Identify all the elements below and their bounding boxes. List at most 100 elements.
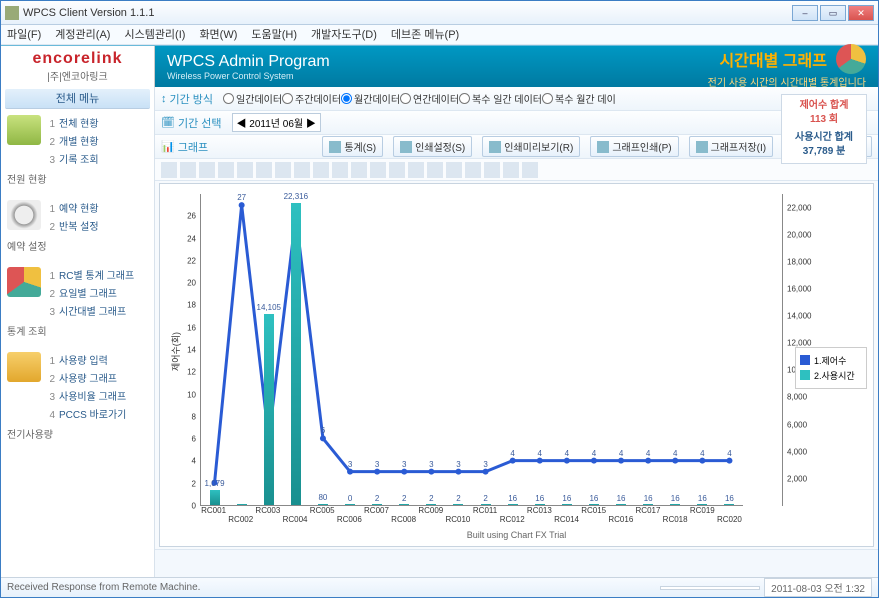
chart-tool-icon[interactable] [370, 162, 386, 178]
chart-bar [210, 490, 220, 505]
chart-tool-icon[interactable] [199, 162, 215, 178]
chart-bar [481, 504, 491, 505]
chart-tool-icon[interactable] [237, 162, 253, 178]
chart-tool-icon[interactable] [446, 162, 462, 178]
summary-box: 제어수 합계 113 회 사용시간 합계 37,789 분 [781, 94, 867, 164]
graph-label: 📊 그래프 [161, 139, 208, 155]
chart-tool-icon[interactable] [180, 162, 196, 178]
print-setup-button[interactable]: 인쇄설정(S) [393, 136, 472, 157]
section-name: 통계 조회 [7, 323, 148, 338]
stats-button[interactable]: 통계(S) [322, 136, 383, 157]
sidebar-item[interactable]: 2사용량 그래프 [45, 370, 126, 385]
sidebar-item[interactable]: 4PCCS 바로가기 [45, 406, 126, 421]
bar-value-label: 16 [617, 494, 626, 503]
section-icon [7, 352, 41, 382]
all-menu-button[interactable]: 전체 메뉴 [5, 89, 150, 109]
line-value-label: 3 [483, 460, 487, 469]
bar-value-label: 2 [456, 494, 460, 503]
period-radio[interactable]: 복수 일간 데이터 [459, 91, 542, 106]
status-time: 2011-08-03 오전 1:32 [764, 578, 872, 597]
bar-value-label: 2 [429, 494, 433, 503]
sidebar-item[interactable]: 3시간대별 그래프 [45, 303, 134, 318]
sidebar-item[interactable]: 1예약 현황 [45, 200, 99, 215]
gear-icon [400, 141, 412, 153]
maximize-button[interactable]: ▭ [820, 5, 846, 21]
sidebar-item[interactable]: 3기록 조회 [45, 151, 99, 166]
chart-bar [508, 504, 518, 505]
sidebar-item[interactable]: 1사용량 입력 [45, 352, 126, 367]
print-graph-button[interactable]: 그래프인쇄(P) [590, 136, 678, 157]
menu-item[interactable]: 개발자도구(D) [311, 25, 377, 44]
chart-tool-icon[interactable] [503, 162, 519, 178]
chart-tool-icon[interactable] [465, 162, 481, 178]
period-radio[interactable]: 주간데이터 [282, 91, 341, 106]
period-radio[interactable]: 월간데이터 [341, 91, 400, 106]
sidebar-item[interactable]: 1전체 현황 [45, 115, 99, 130]
menu-item[interactable]: 파일(F) [7, 25, 41, 44]
menu-item[interactable]: 화면(W) [199, 25, 237, 44]
line-value-label: 3 [456, 460, 460, 469]
chart-bar [562, 504, 572, 505]
bar-value-label: 2 [402, 494, 406, 503]
chart-tool-icon[interactable] [275, 162, 291, 178]
chart-tool-icon[interactable] [522, 162, 538, 178]
bar-value-label: 1,079 [205, 479, 225, 488]
section-icon [7, 200, 41, 230]
section-name: 전원 현황 [7, 171, 148, 186]
chart-tool-icon[interactable] [161, 162, 177, 178]
header-band: encorelink |주|엔코아링크 WPCS Admin Program W… [1, 45, 878, 87]
period-spinner[interactable]: ◀ 2011년 06월 ▶ [232, 113, 321, 132]
bar-value-label: 16 [508, 494, 517, 503]
bar-value-label: 16 [589, 494, 598, 503]
pie-icon [836, 44, 866, 74]
period-radio[interactable]: 복수 월간 데이 [542, 91, 616, 106]
menu-item[interactable]: 시스템관리(I) [124, 25, 185, 44]
sidebar-item[interactable]: 2개별 현황 [45, 133, 99, 148]
line-value-label: 3 [429, 460, 433, 469]
bar-value-label: 2 [483, 494, 487, 503]
line-value-label: 4 [700, 449, 704, 458]
sidebar-item[interactable]: 1RC별 통계 그래프 [45, 267, 134, 282]
chart-tool-icon[interactable] [408, 162, 424, 178]
chart-tool-icon[interactable] [256, 162, 272, 178]
sidebar-item[interactable]: 2반복 설정 [45, 218, 99, 233]
chart-tool-icon[interactable] [389, 162, 405, 178]
titlebar[interactable]: WPCS Client Version 1.1.1 – ▭ ✕ [1, 1, 878, 25]
sidebar-item[interactable]: 3사용비율 그래프 [45, 388, 126, 403]
bar-value-label: 16 [644, 494, 653, 503]
line-value-label: 27 [237, 193, 246, 202]
close-button[interactable]: ✕ [848, 5, 874, 21]
period-radio[interactable]: 일간데이터 [223, 91, 282, 106]
menu-item[interactable]: 계정관리(A) [55, 25, 110, 44]
period-select-label: 🗓 기간 선택 [161, 115, 222, 131]
chart-tool-icon[interactable] [427, 162, 443, 178]
chart-tool-icon[interactable] [294, 162, 310, 178]
section-name: 전기사용량 [7, 426, 148, 441]
bar-value-label: 16 [725, 494, 734, 503]
chart-tool-icon[interactable] [484, 162, 500, 178]
chart-tool-icon[interactable] [351, 162, 367, 178]
print-preview-button[interactable]: 인쇄미리보기(R) [482, 136, 580, 157]
legend-swatch-1 [800, 355, 810, 365]
minimize-button[interactable]: – [792, 5, 818, 21]
chart-tool-icon[interactable] [218, 162, 234, 178]
window-title: WPCS Client Version 1.1.1 [23, 7, 790, 19]
menubar: 파일(F) 계정관리(A) 시스템관리(I) 화면(W) 도움말(H) 개발자도구(D) 데… [1, 25, 878, 45]
sidebar-item[interactable]: 2요일별 그래프 [45, 285, 134, 300]
menu-item[interactable]: 도움말(H) [251, 25, 297, 44]
period-method-label: ↕ 기간 방식 [161, 91, 213, 107]
save-graph-button[interactable]: 그래프저장(I) [689, 136, 773, 157]
sidebar: 전체 메뉴 1전체 현황 2개별 현황 3기록 조회전원 현황 1예약 현황 2반복 설… [1, 87, 155, 577]
bar-value-label: 0 [348, 494, 352, 503]
line-value-label: 4 [510, 449, 514, 458]
period-radio[interactable]: 연간데이터 [400, 91, 459, 106]
status-message: Received Response from Remote Machine. [7, 582, 200, 593]
chart-tool-icon[interactable] [332, 162, 348, 178]
bar-value-label: 2 [375, 494, 379, 503]
bar-value-label: 80 [318, 493, 327, 502]
statusbar: Received Response from Remote Machine. 2… [1, 577, 878, 597]
chart-tool-icon[interactable] [313, 162, 329, 178]
line-value-label: 4 [565, 449, 569, 458]
line-value-label: 4 [592, 449, 596, 458]
menu-item[interactable]: 데브존 메뉴(P) [391, 25, 459, 44]
